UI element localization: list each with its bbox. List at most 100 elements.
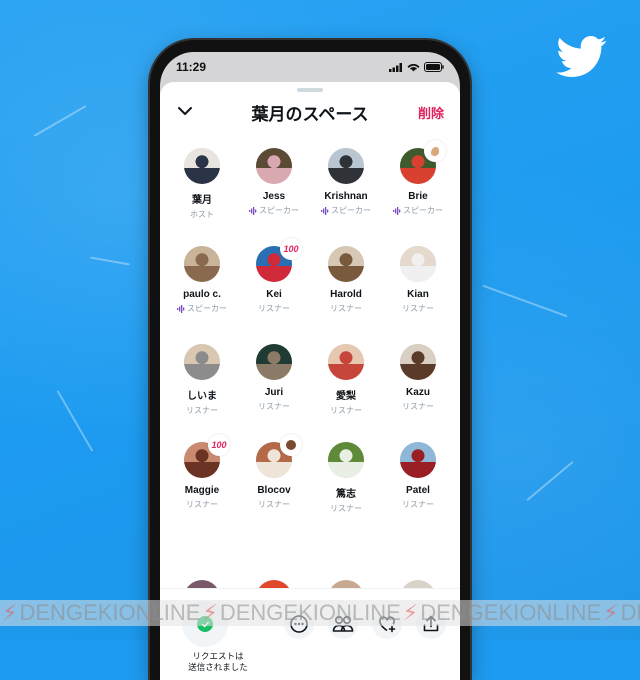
participant[interactable]: 葉月 ホスト [166, 148, 238, 228]
watermark-bolt-icon: ⚡ [2, 600, 18, 625]
participant-role-label: ホスト [190, 210, 214, 219]
phone-screen: 11:29 葉月のスペース 削除 葉月 ホスト Jess スピーカー Krish… [160, 52, 460, 680]
participant[interactable]: Brie スピーカー [382, 140, 454, 228]
participant-name: Harold [330, 289, 362, 300]
avatar [328, 148, 364, 184]
avatar-photo [184, 344, 220, 380]
avatar: 100 [184, 434, 230, 478]
participant[interactable]: Blocov リスナー [238, 434, 310, 522]
participant-role: リスナー [186, 499, 218, 510]
participant-role: リスナー [402, 499, 434, 510]
participant-name: 愛梨 [336, 391, 356, 402]
avatar [256, 148, 292, 184]
partial-participant-row [160, 580, 460, 588]
watermark-bolt-icon: ⚡ [202, 600, 218, 625]
participant-role: リスナー [330, 303, 362, 314]
participant-name: Kazu [406, 387, 430, 398]
participant-role-label: リスナー [258, 304, 290, 313]
avatar [256, 344, 292, 380]
request-status-line2: 送信されました [188, 662, 248, 672]
clap-emoji-icon [280, 434, 302, 456]
avatar-partial [328, 580, 364, 588]
avatar-photo [328, 442, 364, 478]
avatar [184, 148, 220, 184]
avatar [400, 140, 446, 184]
participant[interactable]: Kian リスナー [382, 246, 454, 326]
phone-frame: 11:29 葉月のスペース 削除 葉月 ホスト Jess スピーカー Krish… [150, 40, 470, 680]
watermark-bolt-icon: ⚡ [402, 600, 419, 625]
status-icons [389, 62, 444, 72]
participant-role: スピーカー [321, 205, 371, 216]
participant-role-label: スピーカー [259, 206, 299, 215]
avatar [400, 442, 436, 478]
participant[interactable]: 100 Maggie リスナー [166, 434, 238, 522]
participant[interactable]: Patel リスナー [382, 442, 454, 522]
participant-role-label: リスナー [186, 406, 218, 415]
avatar [184, 344, 220, 380]
participant[interactable]: Juri リスナー [238, 344, 310, 424]
space-title: 葉月のスペース [251, 104, 369, 124]
avatar-photo [328, 148, 364, 184]
participant[interactable]: 篤志 リスナー [310, 442, 382, 522]
avatar [400, 344, 436, 380]
participant-role: スピーカー [249, 205, 299, 216]
participant-role-label: リスナー [402, 500, 434, 509]
participant[interactable]: Harold リスナー [310, 246, 382, 326]
participant-role-label: リスナー [402, 402, 434, 411]
hundred-emoji-icon: 100 [208, 434, 230, 456]
participant[interactable]: Jess スピーカー [238, 148, 310, 228]
avatar [328, 344, 364, 380]
speaker-audio-icon [321, 206, 329, 215]
participant-name: Patel [406, 485, 430, 496]
avatar-photo [400, 344, 436, 380]
participant-name: Juri [264, 387, 284, 398]
participant[interactable]: Krishnan スピーカー [310, 148, 382, 228]
participant-name: Maggie [184, 485, 220, 496]
participant-role: スピーカー [393, 205, 443, 216]
watermark-text: DENGEKIONLINE [219, 600, 401, 625]
participant-role: リスナー [330, 503, 362, 514]
participant-role: リスナー [258, 499, 290, 510]
speaker-audio-icon [393, 206, 401, 215]
participant-name: Kei [266, 289, 282, 300]
space-sheet: 葉月のスペース 削除 葉月 ホスト Jess スピーカー Krishnan スピーカー Br… [160, 82, 460, 680]
participant[interactable]: 100 Kei リスナー [238, 238, 310, 326]
status-time: 11:29 [176, 60, 207, 74]
speaker-audio-icon [177, 304, 185, 313]
participant-name: Krishnan [324, 191, 368, 202]
avatar-partial [184, 580, 220, 588]
sheet-header: 葉月のスペース 削除 [160, 92, 460, 132]
watermark-text: DENGEKIONLINE [420, 600, 602, 625]
participant-name: Jess [262, 191, 286, 202]
watermark-bolt-icon: ⚡ [603, 600, 619, 625]
participant-role: リスナー [330, 405, 362, 416]
participant-role: リスナー [402, 303, 434, 314]
participant[interactable]: しいま リスナー [166, 344, 238, 424]
watermark-banner: ⚡ DENGEKIONLINE ⚡ DENGEKIONLINE ⚡ DENGEKIONLI… [0, 600, 640, 626]
battery-icon [424, 62, 444, 72]
avatar [256, 434, 302, 478]
participant-role-label: リスナー [402, 304, 434, 313]
wave-emoji-icon [424, 140, 446, 162]
participant-role: リスナー [258, 401, 290, 412]
participant-role: リスナー [402, 401, 434, 412]
participant-role: スピーカー [177, 303, 227, 314]
participant[interactable]: 愛梨 リスナー [310, 344, 382, 424]
avatar-partial [400, 580, 436, 588]
participant[interactable]: paulo c. スピーカー [166, 246, 238, 326]
participant-name: 葉月 [192, 195, 212, 206]
request-status-line1: リクエストは [192, 651, 244, 661]
participant-role-label: リスナー [186, 500, 218, 509]
avatar-photo [400, 246, 436, 282]
avatar [400, 246, 436, 282]
participant-name: Brie [408, 191, 428, 202]
chevron-down-icon[interactable] [176, 102, 194, 120]
participant-role: ホスト [190, 209, 214, 220]
participant[interactable]: Kazu リスナー [382, 344, 454, 424]
delete-button[interactable]: 削除 [418, 103, 444, 122]
avatar-photo [400, 442, 436, 478]
participant-name: Kian [407, 289, 429, 300]
signal-icon [389, 62, 402, 72]
avatar: 100 [256, 238, 302, 282]
participant-role: リスナー [186, 405, 218, 416]
